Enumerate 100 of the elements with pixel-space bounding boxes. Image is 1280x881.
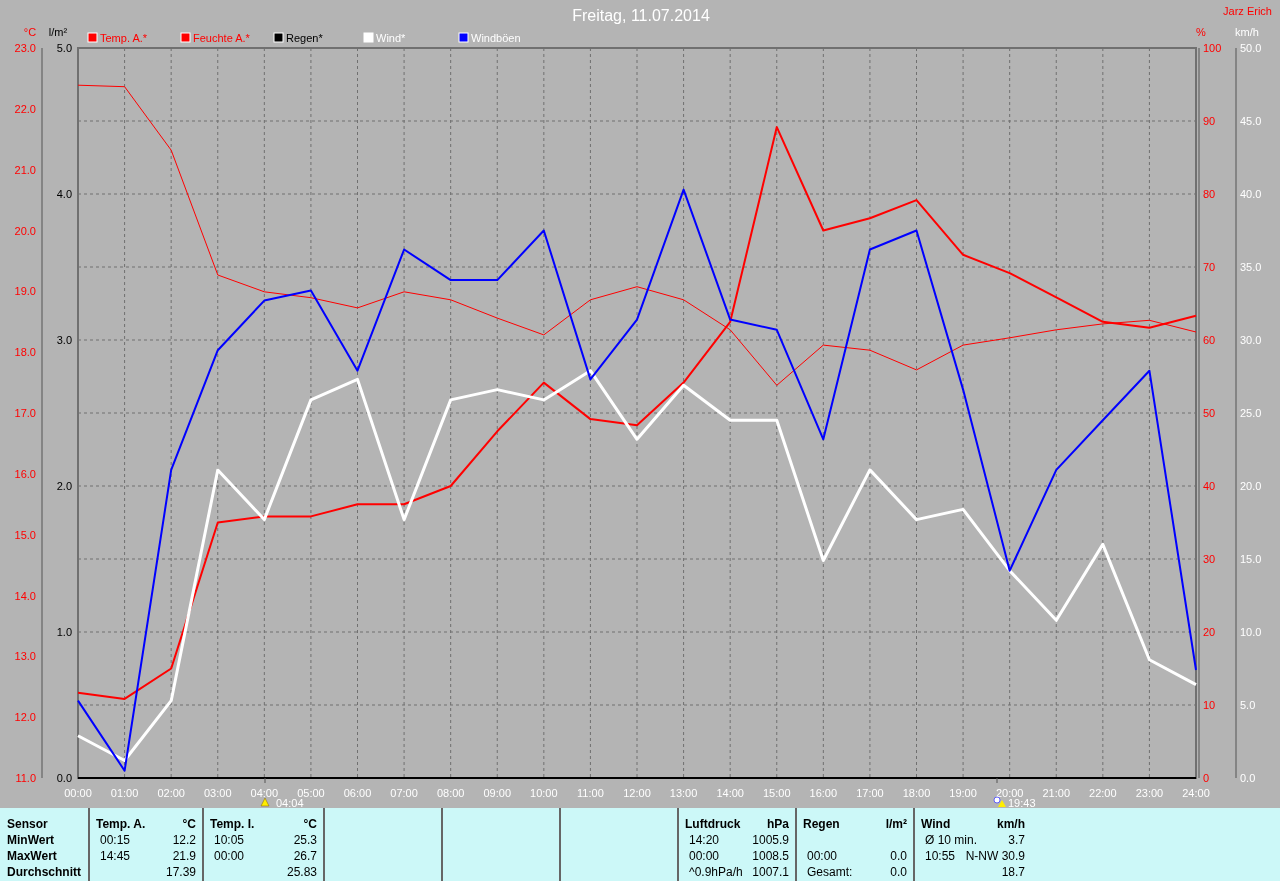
time-axis-label: 04:00: [250, 787, 279, 799]
axis-tick-label: 20.0: [1240, 480, 1262, 492]
axis-tick-label: 20: [1203, 626, 1216, 638]
axis-tick-label: 30.0: [1240, 334, 1262, 346]
time-axis-label: 12:00: [623, 787, 651, 799]
column-header: Temp. I.: [210, 816, 255, 832]
table-cell-text: Gesamt:: [806, 864, 853, 880]
table-cell: 3.7: [1008, 832, 1025, 848]
column-header: Wind: [921, 816, 951, 832]
unit-header: °C: [182, 816, 196, 832]
axis-tick-label: 15.0: [1240, 553, 1262, 565]
axis-tick-label: 22.0: [14, 102, 36, 115]
table-cell: 21.9: [172, 848, 196, 864]
column-header: Regen: [803, 816, 840, 832]
axis-tick-label: 70: [1203, 261, 1216, 273]
time-axis-label: 09:00: [483, 787, 511, 799]
table-cell: 1005.9: [752, 832, 789, 848]
legend-label: Windböen: [471, 32, 521, 44]
axis-tick-label: 3.0: [56, 334, 72, 346]
axis-tick-label: 0.0: [56, 772, 72, 784]
time-axis-label: 19:00: [949, 787, 977, 799]
unit-header: °C: [303, 816, 317, 832]
time-axis-label: 08:00: [436, 787, 465, 799]
unit-header: hPa: [767, 816, 789, 832]
time-axis-label: 13:00: [669, 787, 698, 799]
author-label: Jarz Erich: [1223, 5, 1272, 17]
axis-unit-label: l/m²: [48, 26, 68, 38]
table-cell-text: 14:45: [99, 848, 131, 864]
table-cell: N-NW 30.9: [965, 848, 1025, 864]
legend-label: Feuchte A.*: [193, 32, 250, 44]
time-axis-label: 10:00: [530, 787, 558, 799]
axis-tick-label: 21.0: [14, 163, 36, 176]
axis-tick-label: 19.0: [14, 285, 36, 298]
time-axis-label: 18:00: [902, 787, 931, 799]
axis-tick-label: 11.0: [15, 772, 36, 784]
time-axis-label: 01:00: [110, 787, 139, 799]
axis-tick-label: 1.0: [56, 626, 72, 638]
table-cell: 25.83: [286, 864, 317, 880]
table-cell-text: 00:15: [99, 832, 131, 848]
time-axis-label: 21:00: [1042, 787, 1070, 799]
time-axis-label: 23:00: [1135, 787, 1164, 799]
table-cell: 26.7: [293, 848, 317, 864]
legend-label: Temp. A.*: [100, 32, 148, 44]
table-cell: 1007.1: [752, 864, 789, 880]
table-cell-text: 10:05: [213, 832, 245, 848]
time-axis-label: 20:00: [995, 787, 1024, 799]
table-cell: 0.0: [890, 864, 907, 880]
table-cell-text: 00:00: [688, 848, 720, 864]
time-axis-label: 02:00: [157, 787, 185, 799]
axis-tick-label: 5.0: [1240, 699, 1256, 711]
axis-tick-label: 25.0: [1240, 407, 1262, 419]
row-label: MinWert: [7, 832, 56, 848]
axis-unit-label: °C: [23, 26, 37, 38]
time-axis-label: 17:00: [856, 787, 884, 799]
axis-tick-label: 60: [1203, 334, 1216, 346]
unit-header: km/h: [997, 816, 1025, 832]
axis-tick-label: 30: [1203, 553, 1216, 565]
table-cell-text: 14:20: [688, 832, 720, 848]
time-axis-label: 03:00: [204, 787, 232, 799]
axis-tick-label: 20.0: [14, 224, 36, 237]
time-axis-label: 16:00: [809, 787, 838, 799]
annotation-label: 04:04: [276, 797, 304, 808]
unit-header: l/m²: [885, 816, 907, 832]
table-cell-text: 00:00: [213, 848, 245, 864]
table-cell-text: 00:00: [806, 848, 838, 864]
axis-tick-label: 0: [1203, 772, 1210, 784]
axis-tick-label: 0.0: [1240, 772, 1256, 784]
axis-tick-label: 18.0: [14, 346, 36, 359]
axis-tick-label: 10: [1203, 699, 1216, 711]
chart-title: Freitag, 11.07.2014: [572, 7, 710, 24]
row-label: Durchschnitt: [7, 864, 81, 880]
table-cell: 1008.5: [752, 848, 789, 864]
axis-tick-label: 17.0: [14, 407, 36, 419]
axis-tick-label: 100: [1203, 42, 1222, 54]
table-cell: 12.2: [172, 832, 196, 848]
time-axis-label: 22:00: [1089, 787, 1117, 799]
axis-tick-label: 35.0: [1240, 261, 1262, 273]
time-axis-label: 00:00: [64, 787, 92, 799]
legend-label: Regen*: [286, 32, 323, 44]
table-cell: 17.39: [165, 864, 196, 880]
axis-tick-label: 23.0: [14, 42, 36, 54]
table-cell: 0.0: [890, 848, 907, 864]
axis-tick-label: 14.0: [14, 589, 36, 602]
table-cell: 18.7: [1001, 864, 1025, 880]
axis-unit-label: %: [1196, 26, 1206, 38]
axis-tick-label: 80: [1203, 188, 1216, 200]
axis-tick-label: 45.0: [1240, 115, 1262, 127]
circle-triangle-icon: [993, 796, 1006, 807]
axis-tick-label: 50.0: [1240, 42, 1262, 54]
axis-tick-label: 15.0: [14, 528, 36, 541]
time-axis-label: 07:00: [390, 787, 418, 799]
axis-tick-label: 12.0: [14, 711, 36, 724]
axis-tick-label: 16.0: [14, 467, 36, 480]
annotation-label: 19:43: [1008, 797, 1036, 808]
triangle-icon: [260, 797, 270, 807]
column-header: Luftdruck: [685, 816, 741, 832]
table-cell: 25.3: [293, 832, 317, 848]
time-axis-label: 11:00: [577, 787, 604, 799]
table-cell-text: ^0.9hPa/h: [688, 864, 743, 880]
axis-tick-label: 50: [1203, 407, 1216, 419]
